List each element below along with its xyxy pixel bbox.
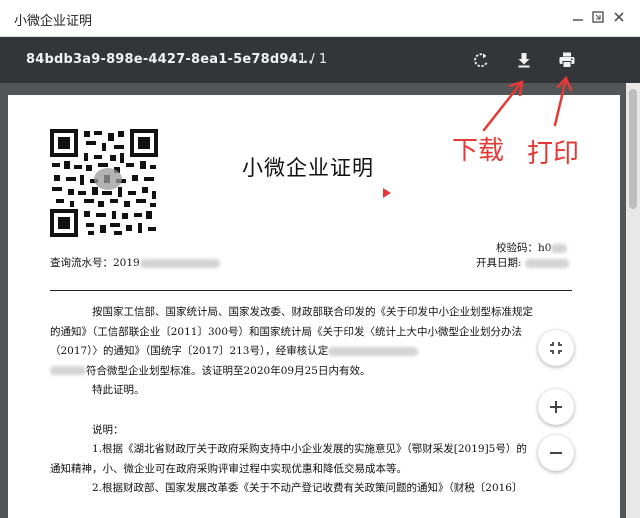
print-annotation: 打印 (527, 139, 580, 169)
download-annotation: 下载 (452, 136, 505, 166)
annotation-arrows (482, 75, 573, 132)
